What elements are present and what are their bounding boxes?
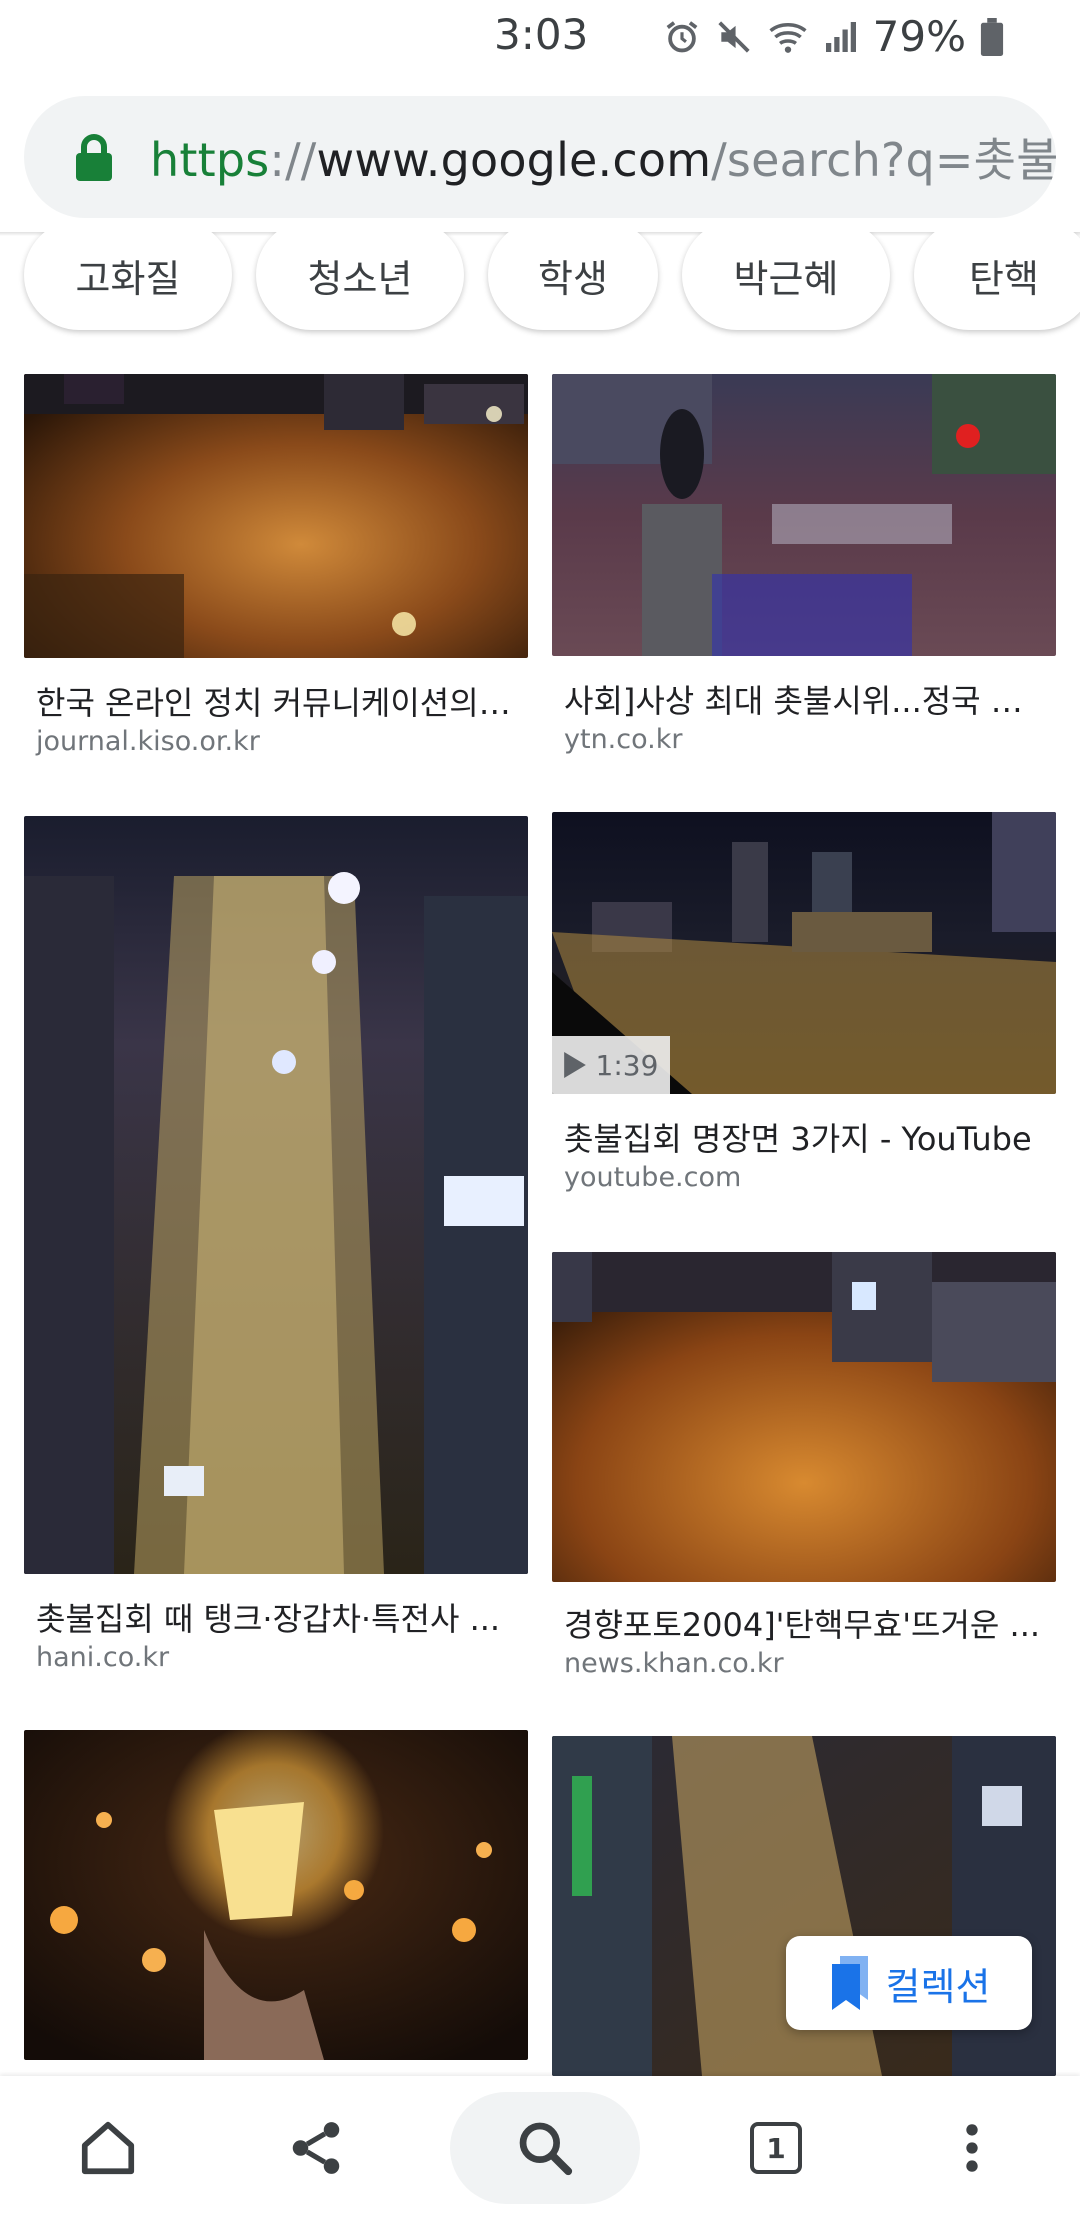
status-bar: 3:03 79% bbox=[0, 0, 1080, 76]
chip-high-quality[interactable]: 고화질 bbox=[24, 232, 232, 330]
result-source: hani.co.kr bbox=[36, 1642, 170, 1673]
url-host: www.google.com bbox=[316, 133, 712, 187]
bottom-toolbar: 1 bbox=[0, 2076, 1080, 2220]
result-source: journal.kiso.or.kr bbox=[36, 726, 260, 757]
home-button[interactable] bbox=[48, 2092, 168, 2204]
search-icon bbox=[519, 2122, 573, 2176]
result-thumbnail[interactable] bbox=[552, 374, 1056, 656]
result-source: youtube.com bbox=[564, 1162, 742, 1193]
alarm-icon bbox=[666, 20, 698, 52]
result-thumbnail[interactable] bbox=[24, 1730, 528, 2060]
url-separator: :// bbox=[269, 133, 317, 187]
result-source: ytn.co.kr bbox=[564, 724, 683, 755]
search-button[interactable] bbox=[450, 2092, 640, 2204]
mute-icon bbox=[718, 20, 750, 53]
battery-icon bbox=[980, 17, 1004, 56]
menu-button[interactable] bbox=[912, 2092, 1032, 2204]
result-thumbnail[interactable] bbox=[24, 816, 528, 1574]
share-icon bbox=[292, 2122, 340, 2174]
wifi-icon bbox=[769, 22, 807, 53]
result-title[interactable]: 사회]사상 최대 촛불시위...정국 최... bbox=[564, 676, 1044, 722]
chip-youth[interactable]: 청소년 bbox=[256, 232, 464, 330]
share-button[interactable] bbox=[256, 2092, 376, 2204]
result-title[interactable]: 한국 온라인 정치 커뮤니케이션의 ... bbox=[36, 678, 516, 724]
video-duration-badge: 1:39 bbox=[552, 1036, 670, 1094]
signal-icon bbox=[825, 21, 856, 52]
lock-icon bbox=[74, 133, 114, 181]
result-title[interactable]: 촛불집회 때 탱크·장갑차·특전사 ... bbox=[36, 1594, 516, 1640]
collection-label: 컬렉션 bbox=[885, 1964, 991, 2009]
video-duration: 1:39 bbox=[595, 1048, 659, 1082]
chip-student[interactable]: 학생 bbox=[488, 232, 658, 330]
play-icon bbox=[563, 1052, 586, 1078]
collection-button[interactable]: 컬렉션 bbox=[786, 1936, 1032, 2030]
tabs-button[interactable]: 1 bbox=[716, 2092, 836, 2204]
url-path: /search?q=촛불시 bbox=[711, 133, 1056, 187]
result-thumbnail[interactable] bbox=[552, 1252, 1056, 1582]
result-thumbnail[interactable] bbox=[24, 374, 528, 658]
status-icons: 79% bbox=[663, 12, 1004, 61]
result-source: news.khan.co.kr bbox=[564, 1648, 784, 1679]
result-title[interactable]: 경향포토2004]'탄핵무효'뜨거운 ... bbox=[564, 1600, 1044, 1646]
more-vert-icon bbox=[966, 2124, 978, 2172]
url-scheme: https bbox=[150, 133, 270, 187]
chip-impeachment[interactable]: 탄핵 bbox=[914, 232, 1080, 330]
result-title[interactable]: 촛불집회 명장면 3가지 - YouTube bbox=[564, 1114, 1044, 1160]
url-text[interactable]: https://www.google.com/search?q=촛불시 bbox=[150, 124, 1056, 190]
battery-percent: 79% bbox=[872, 12, 966, 61]
home-icon bbox=[81, 2121, 135, 2175]
tabs-icon: 1 bbox=[750, 2122, 802, 2174]
tabs-count: 1 bbox=[766, 2131, 786, 2165]
filter-chips: 고화질 청소년 학생 박근혜 탄핵 bbox=[0, 232, 1080, 342]
chip-park-geun-hye[interactable]: 박근혜 bbox=[682, 232, 890, 330]
url-bar[interactable]: https://www.google.com/search?q=촛불시 bbox=[24, 96, 1056, 218]
bookmark-icon bbox=[831, 1956, 868, 2010]
result-thumbnail[interactable]: 1:39 bbox=[552, 812, 1056, 1094]
status-time: 3:03 bbox=[494, 10, 589, 59]
